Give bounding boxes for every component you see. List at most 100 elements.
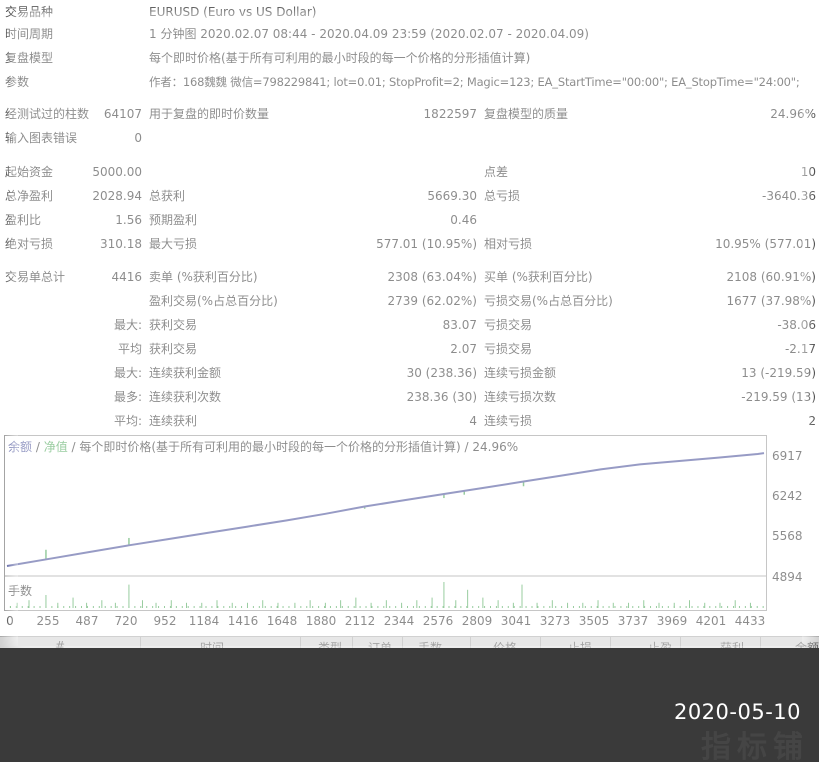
trade-row: 盈利交易(%占总百分比) 2739 (62.02%) 亏损交易(%占总百分比) 167… [0,289,819,313]
x-tick-label: 1648 [266,614,298,628]
column-divider [540,637,541,648]
column-divider [610,637,611,648]
column-header[interactable]: 类型 [318,639,342,648]
stats-value: 2028.94 [92,189,142,203]
x-tick-label: 1416 [227,614,259,628]
trade-value: 1677 (37.98%) [726,294,816,308]
stats-value: 5669.30 [427,189,477,203]
column-divider [140,637,141,648]
stats-value: 310.18 [100,237,142,251]
trade-value: 83.07 [442,318,477,332]
y-tick-label: 6242 [772,489,803,503]
trade-label: 卖单 (%获利百分比) [149,270,258,284]
trade-value: 13 (-219.59) [741,366,816,380]
stats-label: 预期盈利 [149,213,198,227]
column-header[interactable]: 止盈 [648,639,672,648]
x-tick-label: 2809 [461,614,493,628]
trade-row: 平均 获利交易 2.07 亏损交易 -2.17 [0,337,819,361]
column-header[interactable]: 价格 [493,639,517,648]
stats-row: 盈利比 1.56 预期盈利 0.46 [0,208,819,232]
info-value: 每个即时价格(基于所有可利用的最小时段的每一个价格的分形插值计算) [149,51,531,65]
column-header[interactable]: 订单 [368,639,392,648]
stats-value: 10.95% (577.01) [715,237,816,251]
trade-value: 4 [469,414,477,428]
stats-label: 点差 [484,165,509,179]
trade-value: -219.59 (13) [741,390,816,404]
x-tick-label: 3737 [617,614,649,628]
balance-chart [4,435,767,611]
y-tick-label: 5568 [772,529,803,543]
stats-label: 盈利比 [5,213,42,227]
stats-row: 绝对亏损 310.18 最大亏损 577.01 (10.95%) 相对亏损 10.95% … [0,232,819,256]
strategy-tester-report: 交易品种 EURUSD (Euro vs US Dollar) 时间周期 1 分… [0,0,819,648]
stats-value: 5000.00 [92,165,142,179]
x-tick-label: 255 [36,614,60,628]
trade-label: 盈利交易(%占总百分比) [149,294,278,308]
x-tick-label: 3273 [539,614,571,628]
trade-value: 30 (238.36) [406,366,477,380]
column-header[interactable]: # [55,639,65,648]
info-label: 参数 [5,75,30,89]
column-header[interactable]: 获利 [720,639,744,648]
trade-row: 最多: 连续获利次数 238.36 (30) 连续亏损次数 -219.59 (13) [0,385,819,409]
legend-separator: / [32,440,44,454]
y-tick-label: 6917 [772,449,803,463]
stats-label: 总亏损 [484,189,521,203]
column-divider [352,637,353,648]
column-divider [680,637,681,648]
trade-label: 获利交易 [149,342,198,356]
trade-row: 交易单总计 4416 卖单 (%获利百分比) 2308 (63.04%) 买单 (%获利… [0,265,819,289]
column-header[interactable]: 止损 [568,639,592,648]
x-tick-label: 2576 [422,614,454,628]
bars-row: 经测试过的柱数 64107 用于复盘的即时价数量 1822597 复盘模型的质量… [0,102,819,126]
info-label: 时间周期 [5,27,54,41]
stats-label: 最大亏损 [149,237,198,251]
info-row-period: 时间周期 1 分钟图 2020.02.07 08:44 - 2020.04.09… [0,22,819,46]
stats-label: 相对亏损 [484,237,533,251]
trade-label: 亏损交易 [484,342,533,356]
x-tick-label: 4201 [695,614,727,628]
balance-line [6,452,765,567]
trade-value: 平均 [117,342,142,356]
stats-label: 总获利 [149,189,186,203]
trade-label: 连续获利次数 [149,390,222,404]
trade-value: 最多: [113,390,142,404]
ticks-value: 1822597 [423,107,477,121]
info-value: 作者：168魏魏 微信=798229841; lot=0.01; StopPro… [149,75,800,89]
info-label: 交易品种 [5,5,54,19]
trade-row: 最大: 获利交易 83.07 亏损交易 -38.06 [0,313,819,337]
trade-value: 2 [808,414,816,428]
x-tick-label: 3505 [578,614,610,628]
trade-label: 亏损交易(%占总百分比) [484,294,613,308]
stats-value: 0.46 [450,213,477,227]
trade-row: 平均: 连续获利 4 连续亏损 2 [0,409,819,433]
trade-value: 2108 (60.91%) [726,270,816,284]
info-value: 1 分钟图 2020.02.07 08:44 - 2020.04.09 23:5… [149,27,589,41]
trade-value: -2.17 [784,342,816,356]
x-tick-label: 1184 [188,614,220,628]
trade-value: 2.07 [450,342,477,356]
column-header[interactable]: 时间 [200,639,224,648]
errors-value: 0 [134,131,142,145]
stats-row: 总净盈利 2028.94 总获利 5669.30 总亏损 -3640.36 [0,184,819,208]
column-header[interactable]: 余额 [795,639,819,648]
stats-value: 10 [800,165,816,179]
legend-equity: 净值 [43,440,68,454]
trade-label: 连续亏损次数 [484,390,557,404]
trade-value: 238.36 (30) [406,390,477,404]
trade-row: 最大: 连续获利金额 30 (238.36) 连续亏损金额 13 (-219.59) [0,361,819,385]
trade-label: 获利交易 [149,318,198,332]
ticks-label: 用于复盘的即时价数量 [149,107,270,121]
x-tick-label: 3041 [500,614,532,628]
column-header[interactable]: 手数 [418,639,442,648]
legend-separator: / [67,440,80,454]
x-tick-label: 2344 [383,614,415,628]
trade-value: 平均: [113,414,142,428]
quality-value: 24.96% [770,107,816,121]
column-divider [300,637,301,648]
balance-chart-svg [5,452,766,608]
legend-balance: 余额 [8,440,33,454]
x-tick-label: 3969 [656,614,688,628]
trade-value: 2308 (63.04%) [387,270,477,284]
quality-label: 复盘模型的质量 [484,107,569,121]
